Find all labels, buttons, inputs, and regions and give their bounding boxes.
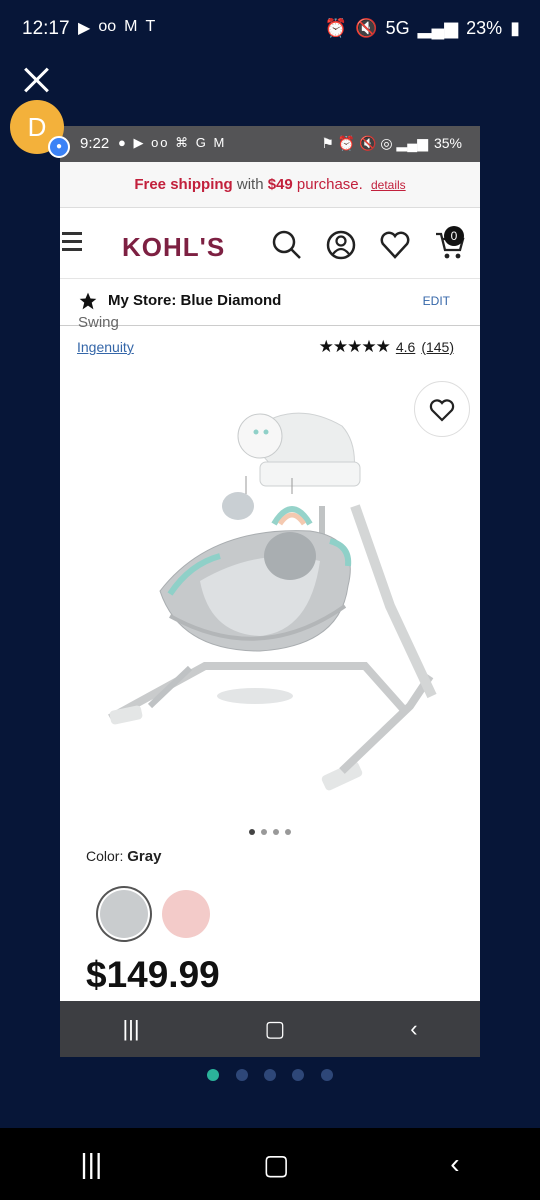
outer-system-icons: ⏰ 🔇 5G ▂▄▆ 23% ▮ [325, 18, 520, 39]
promo-amount: $49 [267, 176, 293, 193]
inner-back-icon[interactable]: ‹ [410, 1016, 417, 1042]
inner-signal-icon: ⚑ ⏰ 🔇 ◎ ▂▄▆ [321, 135, 428, 151]
heart-icon [429, 399, 455, 422]
promo-prefix: Free shipping [134, 176, 233, 193]
pager-dot[interactable] [207, 1069, 220, 1081]
battery-icon: ▮ [510, 18, 520, 38]
tmobile-icon: T [145, 18, 156, 35]
color-label: Color: Gray [86, 848, 161, 865]
product-meta: Swing Ingenuity ★★★★★ 4.6 (145) [60, 314, 480, 366]
outer-time: 12:17 [22, 18, 70, 39]
system-nav-bar: ||| ▢ ‹ [0, 1128, 540, 1200]
network-label: 5G [385, 18, 410, 38]
screenshot-viewer: 9:22 ● ▶ ᴏᴏ ⌘ G M ⚑ ⏰ 🔇 ◎ ▂▄▆ 35% Free s… [60, 126, 480, 1057]
close-icon[interactable] [18, 62, 54, 98]
alarm-icon: ⏰ [324, 18, 348, 38]
rating-stars-icon: ★★★★★ [318, 337, 391, 356]
header-icons: 0 [272, 226, 470, 260]
carousel-dots [60, 822, 480, 836]
mute-icon: 🔇 [355, 18, 378, 38]
swatch-gray[interactable] [100, 890, 148, 938]
my-store-row[interactable]: My Store: Blue Diamond EDIT [60, 279, 480, 326]
inner-nav-bar: ||| ▢ ‹ [60, 1001, 480, 1057]
promo-suffix: purchase. [296, 176, 363, 193]
inner-notification-icons: ● ▶ ᴏᴏ ⌘ G M [118, 135, 227, 150]
back-icon[interactable]: ‹ [450, 1148, 459, 1180]
store-edit-link[interactable]: EDIT [423, 294, 450, 308]
inner-system-icons: ⚑ ⏰ 🔇 ◎ ▂▄▆ 35% [321, 135, 462, 152]
add-to-favorites-button[interactable] [414, 381, 470, 437]
pager-dot[interactable] [264, 1069, 276, 1081]
battery-percent: 23% [466, 18, 503, 38]
product-image-carousel[interactable] [60, 366, 480, 836]
inner-home-icon[interactable]: ▢ [265, 1016, 286, 1042]
cart-count-badge: 0 [444, 226, 464, 246]
youtube-icon: ▶ [78, 20, 91, 37]
product-price: $149.99 [86, 954, 220, 995]
swatch-pink[interactable] [162, 890, 210, 938]
inner-status-bar: 9:22 ● ▶ ᴏᴏ ⌘ G M ⚑ ⏰ 🔇 ◎ ▂▄▆ 35% [60, 126, 480, 162]
brand-link[interactable]: Ingenuity [77, 339, 134, 355]
carousel-dot[interactable] [261, 829, 267, 835]
color-value: Gray [127, 848, 162, 865]
carousel-dot[interactable] [285, 829, 291, 835]
wishlist-icon[interactable] [380, 231, 410, 259]
store-name: My Store: Blue Diamond [108, 292, 282, 309]
rating-value: 4.6 [395, 339, 416, 355]
color-selector: Color: Gray $149.99 [60, 836, 480, 995]
pager-dot[interactable] [292, 1069, 305, 1081]
carousel-dot[interactable] [249, 829, 255, 835]
account-icon[interactable] [326, 230, 356, 260]
outer-notification-icons: ▶ ᴏᴏ M T [78, 18, 155, 38]
home-icon[interactable]: ▢ [263, 1148, 289, 1181]
pager-dot[interactable] [320, 1069, 333, 1081]
kohls-logo[interactable]: KOHL'S [122, 232, 225, 263]
signal-icon: ▂▄▆ [417, 18, 459, 38]
cart-button[interactable]: 0 [434, 226, 470, 260]
color-label-text: Color: [86, 848, 124, 864]
free-shipping-banner[interactable]: Free shipping with $49 purchase. details [60, 162, 480, 208]
voicemail-icon: ᴏᴏ [98, 18, 117, 35]
inner-battery-percent: 35% [433, 135, 462, 151]
rating-summary[interactable]: ★★★★★ 4.6 (145) [319, 337, 454, 357]
pager-dot[interactable] [235, 1069, 248, 1081]
star-icon [79, 292, 97, 310]
menu-icon[interactable] [62, 232, 82, 252]
color-swatches [100, 890, 210, 938]
inner-time: 9:22 [80, 135, 110, 152]
search-icon[interactable] [272, 230, 302, 260]
site-header: KOHL'S 0 [60, 208, 480, 279]
gallery-pager [0, 1068, 540, 1086]
inner-recent-apps-icon[interactable]: ||| [122, 1016, 139, 1042]
product-title: Swing [78, 314, 119, 331]
messenger-badge-icon: ● [48, 136, 70, 158]
outer-status-bar: 12:17 ▶ ᴏᴏ M T ⏰ 🔇 5G ▂▄▆ 23% ▮ [0, 0, 540, 62]
carousel-dot[interactable] [273, 829, 279, 835]
promo-details-link[interactable]: details [371, 178, 406, 192]
gmail-icon: M [124, 18, 138, 35]
promo-middle: with [236, 176, 264, 193]
review-count: (145) [421, 339, 454, 355]
recent-apps-icon[interactable]: ||| [80, 1148, 102, 1180]
